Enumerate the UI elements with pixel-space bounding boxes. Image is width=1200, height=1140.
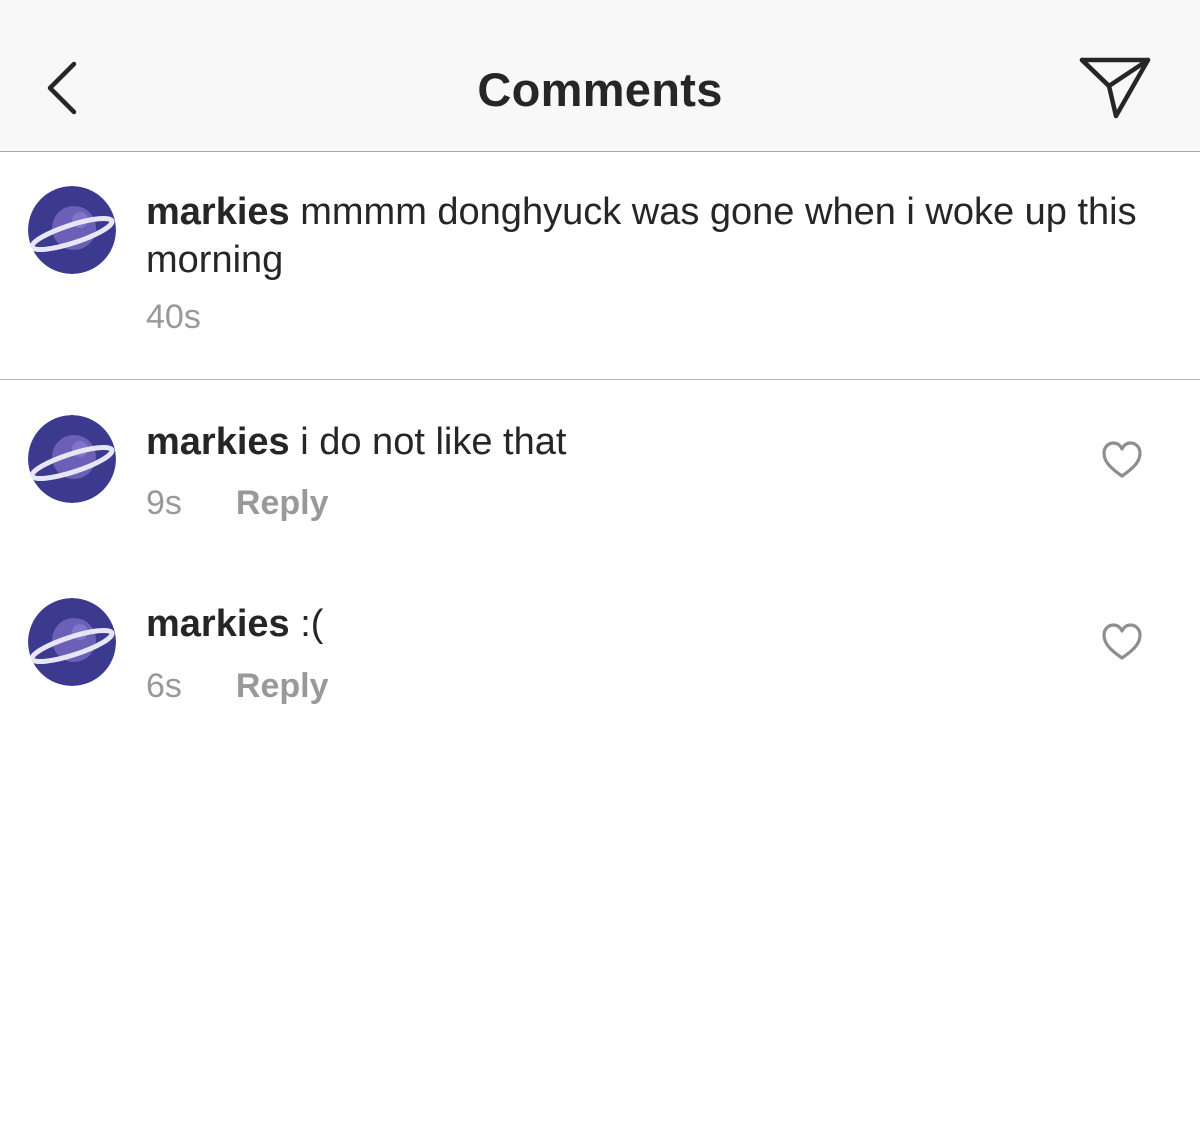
comment-body: :( (300, 603, 324, 645)
planet-avatar-icon (28, 415, 116, 503)
heart-outline-icon (1102, 623, 1142, 660)
planet-avatar-icon (28, 186, 116, 274)
username[interactable]: markies (146, 603, 290, 645)
like-button[interactable] (1101, 440, 1143, 480)
like-button[interactable] (1101, 622, 1143, 662)
page-title: Comments (477, 63, 723, 116)
heart-outline-icon (1102, 441, 1142, 478)
avatar[interactable] (28, 415, 116, 503)
header-bar: Comments (0, 0, 1200, 152)
comment-meta: 6s Reply (146, 667, 329, 706)
comment-text: markies :( (146, 600, 1166, 648)
username[interactable]: markies (146, 421, 290, 463)
username[interactable]: markies (146, 191, 290, 233)
planet-avatar-icon (28, 598, 116, 686)
caption-meta: 40s (146, 298, 201, 337)
reply-button[interactable]: Reply (236, 667, 329, 706)
divider (0, 379, 1200, 380)
avatar[interactable] (28, 598, 116, 686)
reply-button[interactable]: Reply (236, 484, 329, 523)
timestamp: 6s (146, 667, 182, 705)
avatar[interactable] (28, 186, 116, 274)
comment-meta: 9s Reply (146, 484, 329, 523)
timestamp: 40s (146, 298, 201, 336)
comment-body: i do not like that (300, 421, 567, 463)
caption-text: markies mmmm donghyuck was gone when i w… (146, 188, 1166, 284)
paper-plane-icon (1079, 57, 1151, 119)
timestamp: 9s (146, 484, 182, 522)
share-button[interactable] (1076, 52, 1156, 124)
comment-text: markies i do not like that (146, 418, 1166, 466)
caption-body: mmmm donghyuck was gone when i woke up t… (146, 191, 1137, 281)
